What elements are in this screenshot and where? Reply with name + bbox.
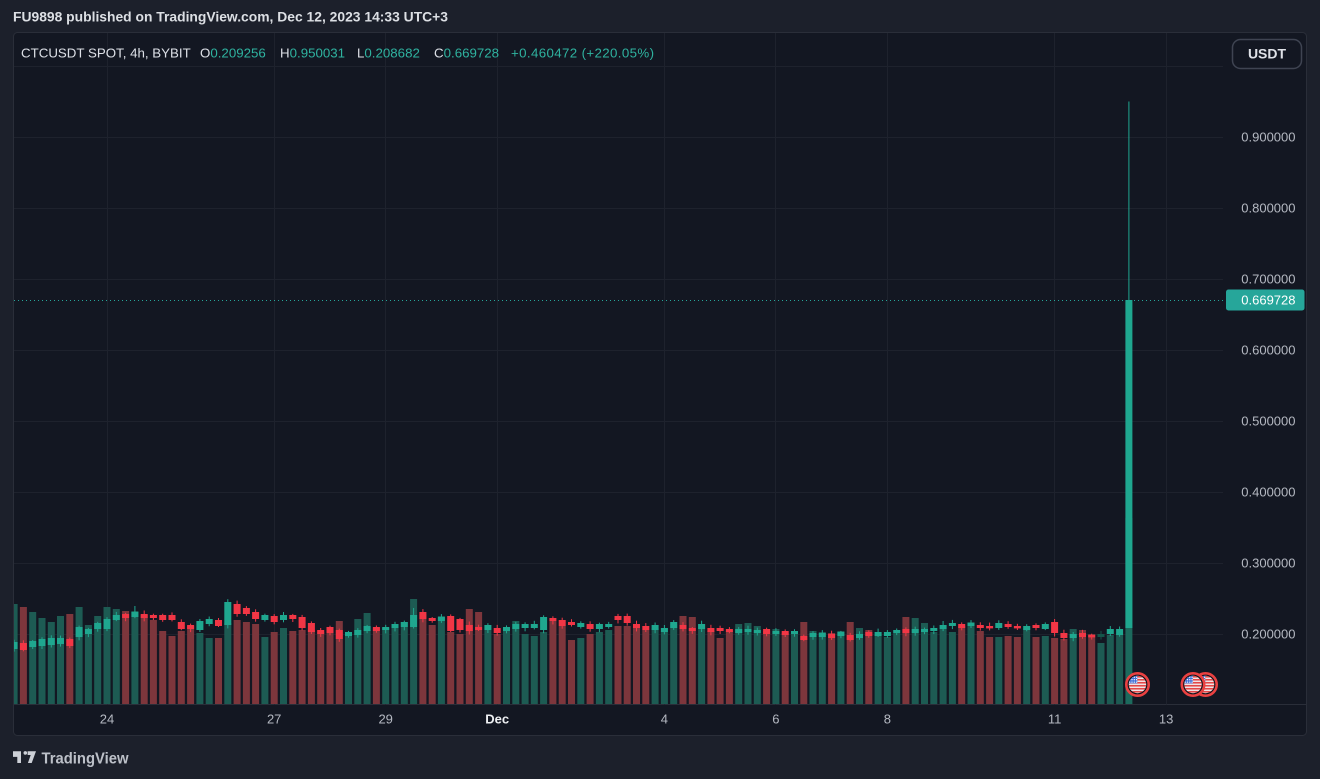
svg-text:0.669728: 0.669728 [1241,293,1295,308]
svg-text:27: 27 [267,712,281,727]
svg-text:0.300000: 0.300000 [1241,556,1295,571]
svg-text:CTCUSDT SPOT, 4h, BYBIT O0.209: CTCUSDT SPOT, 4h, BYBIT O0.209256 H0.950… [21,46,654,61]
svg-text:11: 11 [1048,712,1062,727]
svg-text:29: 29 [378,712,392,727]
svg-text:8: 8 [884,712,891,727]
svg-text:0.900000: 0.900000 [1241,130,1295,145]
svg-text:Dec: Dec [485,712,509,727]
svg-text:0.200000: 0.200000 [1241,627,1295,642]
svg-text:0.600000: 0.600000 [1241,343,1295,358]
svg-text:0.700000: 0.700000 [1241,272,1295,287]
svg-text:TradingView: TradingView [42,751,130,768]
svg-text:13: 13 [1159,712,1173,727]
svg-text:USDT: USDT [1248,46,1287,62]
svg-text:24: 24 [100,712,114,727]
svg-text:4: 4 [661,712,668,727]
svg-text:0.800000: 0.800000 [1241,201,1295,216]
svg-text:0.500000: 0.500000 [1241,414,1295,429]
svg-text:0.400000: 0.400000 [1241,485,1295,500]
svg-text:FU9898 published on TradingVie: FU9898 published on TradingView.com, Dec… [13,10,448,25]
svg-text:6: 6 [772,712,779,727]
